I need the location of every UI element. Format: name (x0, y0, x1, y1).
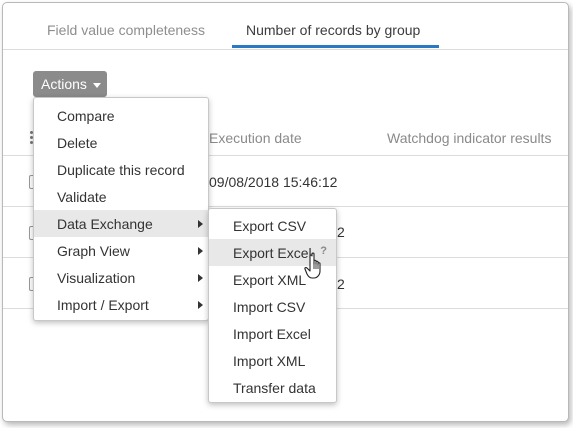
menu-item-label: Delete (57, 135, 98, 151)
app-window: Field value completeness Number of recor… (2, 2, 569, 422)
column-header-execution-date[interactable]: Execution date (209, 130, 302, 146)
active-tab-indicator (232, 45, 439, 48)
hand-pointer-icon (304, 252, 321, 279)
data-exchange-submenu: Export CSV Export Excel? Export XML Impo… (208, 208, 337, 403)
menu-item-label: Import / Export (57, 297, 149, 313)
submenu-item-import-xml[interactable]: Import XML (209, 347, 336, 374)
submenu-arrow-icon (198, 220, 203, 228)
submenu-item-label: Import CSV (233, 299, 306, 315)
submenu-item-label: Export XML (233, 272, 307, 288)
submenu-item-label: Transfer data (233, 380, 316, 396)
submenu-item-label: Export Excel (233, 245, 312, 261)
menu-item-label: Data Exchange (57, 216, 153, 232)
submenu-arrow-icon (198, 301, 203, 309)
menu-item-visualization[interactable]: Visualization (34, 264, 208, 291)
submenu-item-export-csv[interactable]: Export CSV (209, 212, 336, 239)
submenu-item-label: Export CSV (233, 218, 307, 234)
menu-item-validate[interactable]: Validate (34, 183, 208, 210)
column-header-watchdog-results[interactable]: Watchdog indicator results (387, 130, 551, 146)
menu-item-delete[interactable]: Delete (34, 129, 208, 156)
submenu-item-label: Import Excel (233, 326, 311, 342)
tab-bar: Field value completeness Number of recor… (3, 3, 568, 50)
menu-item-data-exchange[interactable]: Data Exchange (34, 210, 208, 237)
submenu-item-import-csv[interactable]: Import CSV (209, 293, 336, 320)
menu-item-label: Compare (57, 108, 115, 124)
submenu-arrow-icon (198, 247, 203, 255)
submenu-item-label: Import XML (233, 353, 306, 369)
menu-item-label: Graph View (57, 243, 130, 259)
tab-number-of-records-by-group[interactable]: Number of records by group (246, 22, 420, 38)
menu-item-import-export[interactable]: Import / Export (34, 291, 208, 318)
caret-down-icon (92, 82, 101, 88)
tab-field-value-completeness[interactable]: Field value completeness (47, 22, 205, 38)
menu-item-compare[interactable]: Compare (34, 102, 208, 129)
menu-item-label: Validate (57, 189, 107, 205)
menu-item-graph-view[interactable]: Graph View (34, 237, 208, 264)
actions-button[interactable]: Actions (33, 71, 107, 97)
submenu-item-import-excel[interactable]: Import Excel (209, 320, 336, 347)
table-cell-execution-date: 09/08/2018 15:46:12 (209, 174, 338, 190)
table-cell-execution-date: 2 (337, 276, 345, 292)
actions-menu: Compare Delete Duplicate this record Val… (33, 97, 209, 321)
actions-button-label: Actions (41, 76, 87, 92)
menu-item-duplicate[interactable]: Duplicate this record (34, 156, 208, 183)
menu-item-label: Duplicate this record (57, 162, 185, 178)
submenu-item-transfer-data[interactable]: Transfer data (209, 374, 336, 401)
menu-item-label: Visualization (57, 270, 136, 286)
submenu-arrow-icon (198, 274, 203, 282)
table-cell-execution-date: 2 (337, 224, 345, 240)
